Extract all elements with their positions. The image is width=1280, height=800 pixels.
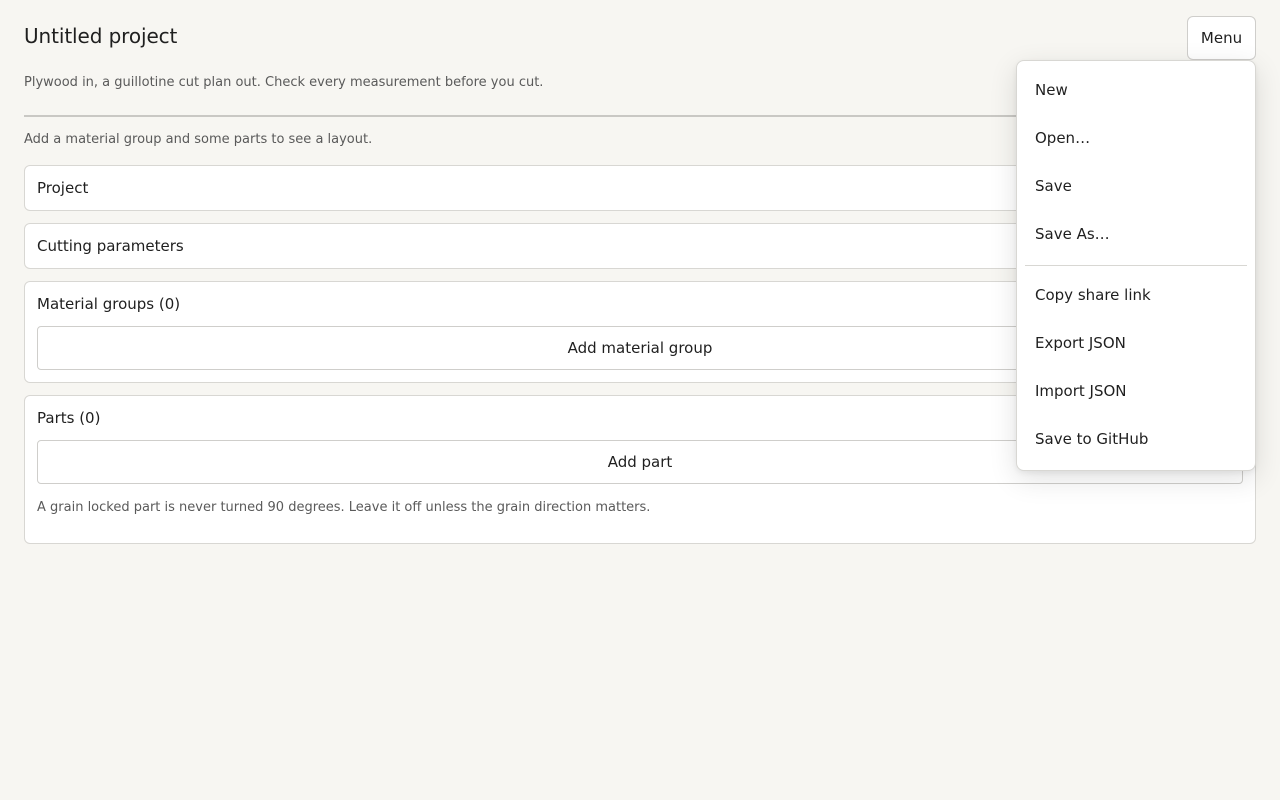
grain-lock-note: A grain locked part is never turned 90 d…	[37, 500, 651, 515]
menu-item-new[interactable]: New	[1017, 66, 1255, 114]
menu-item-save-as[interactable]: Save As…	[1017, 210, 1255, 258]
menu-separator	[1025, 265, 1247, 266]
menu-button[interactable]: Menu	[1187, 16, 1256, 60]
menu-item-export-json[interactable]: Export JSON	[1017, 319, 1255, 367]
layout-hint: Add a material group and some parts to s…	[24, 132, 373, 147]
cutting-parameters-section-title: Cutting parameters	[37, 237, 184, 255]
menu-item-save[interactable]: Save	[1017, 162, 1255, 210]
menu-item-save-to-github[interactable]: Save to GitHub	[1017, 415, 1255, 463]
material-groups-section-title: Material groups (0)	[37, 295, 181, 313]
page-subtitle: Plywood in, a guillotine cut plan out. C…	[24, 75, 544, 90]
page-title: Untitled project	[24, 24, 178, 48]
menu-dropdown: New Open… Save Save As… Copy share link …	[1016, 60, 1256, 471]
project-section-title: Project	[37, 179, 89, 197]
menu-item-import-json[interactable]: Import JSON	[1017, 367, 1255, 415]
menu-item-copy-share-link[interactable]: Copy share link	[1017, 271, 1255, 319]
parts-section-title: Parts (0)	[37, 409, 101, 427]
menu-item-open[interactable]: Open…	[1017, 114, 1255, 162]
